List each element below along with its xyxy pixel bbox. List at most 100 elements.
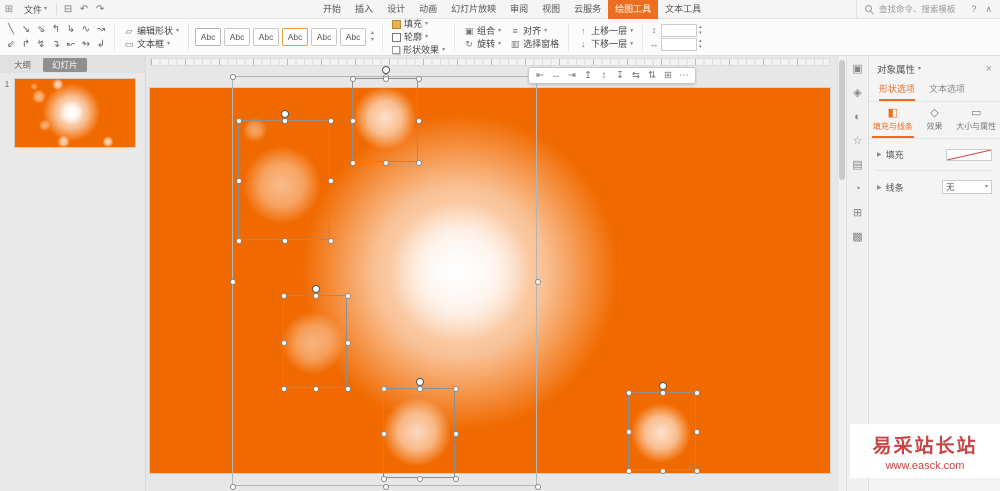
resize-handle[interactable] <box>282 118 288 124</box>
menu-tab-3[interactable]: 设计 <box>380 0 412 19</box>
apps-icon[interactable]: ⊞ <box>853 208 862 219</box>
disclosure-icon[interactable]: ▶ <box>877 184 882 191</box>
resize-handle[interactable] <box>453 431 459 437</box>
resize-handle[interactable] <box>416 160 422 166</box>
selection-box-4[interactable] <box>281 285 351 392</box>
align-right-icon[interactable]: ⇥ <box>565 70 579 81</box>
resize-handle[interactable] <box>694 468 700 474</box>
resize-handle[interactable] <box>382 484 389 490</box>
group-icon[interactable]: ⊞ <box>661 70 675 81</box>
menu-tab-2[interactable]: 插入 <box>348 0 380 19</box>
fill-preview-swatch[interactable] <box>946 148 992 161</box>
shape-options-tab[interactable]: 形状选项 <box>879 82 916 101</box>
curve-tool[interactable]: ∿ <box>79 23 93 36</box>
fill-button[interactable]: 填充 ▾ <box>389 18 448 30</box>
height-input[interactable] <box>661 23 698 37</box>
elbow-connector-tool[interactable]: ↰ <box>49 23 63 36</box>
resize-handle[interactable] <box>660 390 666 396</box>
favorites-icon[interactable]: ☆ <box>853 136 863 147</box>
shape-style-preset-5[interactable]: Abc <box>311 28 338 46</box>
menu-tab-6[interactable]: 审阅 <box>503 0 535 19</box>
double-arrow-tool[interactable]: ⇘ <box>34 23 48 36</box>
outline-button[interactable]: 轮廓 ▾ <box>389 31 448 43</box>
shape-style-preset-2[interactable]: Abc <box>224 28 251 46</box>
effects-subtab[interactable]: ◇ 效果 <box>914 108 956 138</box>
curved-arrow-tool[interactable]: ↝ <box>94 23 108 36</box>
more-icon[interactable]: ⋯ <box>677 70 691 81</box>
resize-handle[interactable] <box>417 476 423 482</box>
undo-icon[interactable]: ↶ <box>76 4 92 15</box>
vertical-scrollbar[interactable] <box>837 56 846 491</box>
width-input[interactable] <box>661 37 698 51</box>
rotate-handle[interactable] <box>416 378 424 386</box>
send-backward-button[interactable]: ↓ 下移一层 ▾ <box>575 38 636 50</box>
resize-handle[interactable] <box>383 76 389 82</box>
resize-handle[interactable] <box>230 74 236 80</box>
editing-canvas[interactable]: ⇤ ↔ ⇥ ↥ ↕ ↧ ⇆ ⇅ ⊞ ⋯ <box>146 56 846 491</box>
resize-handle[interactable] <box>626 429 632 435</box>
collapse-ribbon-icon[interactable]: ∧ <box>985 4 992 15</box>
resize-handle[interactable] <box>230 484 236 490</box>
arrow-tool[interactable]: ↘ <box>19 23 33 36</box>
align-bottom-icon[interactable]: ↧ <box>613 70 627 81</box>
save-icon[interactable]: ⊟ <box>60 4 76 15</box>
resize-handle[interactable] <box>328 178 334 184</box>
menu-tab-1[interactable]: 开始 <box>316 0 348 19</box>
rotate-handle[interactable] <box>281 110 289 118</box>
connector-tool[interactable]: ↴ <box>49 38 63 51</box>
selection-box-2[interactable] <box>350 76 422 166</box>
menu-tab-8[interactable]: 云服务 <box>567 0 608 19</box>
resize-handle[interactable] <box>350 76 356 82</box>
resize-handle[interactable] <box>313 386 319 392</box>
selection-pane-button[interactable]: ▥ 选择窗格 <box>507 38 562 50</box>
more-lines-tool[interactable]: ↲ <box>94 38 108 51</box>
fill-line-subtab[interactable]: ◧ 填充与线条 <box>872 108 914 138</box>
stepper-down-icon[interactable]: ▾ <box>699 30 702 36</box>
resize-handle[interactable] <box>626 390 632 396</box>
disclosure-icon[interactable]: ▶ <box>877 151 882 158</box>
resize-handle[interactable] <box>236 178 242 184</box>
resize-handle[interactable] <box>236 238 242 244</box>
resize-handle[interactable] <box>345 339 351 346</box>
menu-tab-5[interactable]: 幻灯片放映 <box>444 0 503 19</box>
align-top-icon[interactable]: ↥ <box>581 70 595 81</box>
resize-handle[interactable] <box>313 293 319 299</box>
resize-handle[interactable] <box>660 468 666 474</box>
resize-handle[interactable] <box>381 431 387 437</box>
rotate-handle[interactable] <box>312 285 320 293</box>
selection-box-3[interactable] <box>236 110 334 244</box>
edit-shape-button[interactable]: ▱ 编辑形状 ▾ <box>121 25 182 37</box>
resize-handle[interactable] <box>453 476 459 482</box>
stepper-down-icon[interactable]: ▾ <box>699 44 702 50</box>
object-properties-icon[interactable]: ▣ <box>852 64 862 75</box>
elbow-arrow-tool[interactable]: ↳ <box>64 23 78 36</box>
menu-tab-7[interactable]: 视图 <box>535 0 567 19</box>
resize-handle[interactable] <box>416 76 422 82</box>
resize-handle[interactable] <box>535 484 541 490</box>
shape-style-preset-1[interactable]: Abc <box>195 28 222 46</box>
shape-effects-button[interactable]: 形状效果 ▾ <box>389 44 448 56</box>
arc-tool[interactable]: ↜ <box>64 38 78 51</box>
resize-handle[interactable] <box>694 429 700 435</box>
shape-style-preset-3[interactable]: Abc <box>253 28 280 46</box>
outline-tab[interactable]: 大纲 <box>5 58 40 72</box>
menu-tab-4[interactable]: 动画 <box>412 0 444 19</box>
resize-handle[interactable] <box>236 118 242 124</box>
layout-icon[interactable]: ▤ <box>852 160 862 171</box>
align-button[interactable]: ≡ 对齐 ▾ <box>507 25 562 37</box>
resize-handle[interactable] <box>381 386 387 392</box>
shape-style-preset-4[interactable]: Abc <box>282 28 309 46</box>
selection-box-6[interactable] <box>626 382 700 474</box>
width-stepper[interactable]: ▴ ▾ <box>699 38 702 50</box>
resize-handle[interactable] <box>416 118 422 124</box>
menu-tab-9[interactable]: 绘图工具 <box>608 0 659 19</box>
shape-style-preset-6[interactable]: Abc <box>340 28 367 46</box>
resize-handle[interactable] <box>281 293 287 299</box>
close-panel-button[interactable]: × <box>986 63 992 75</box>
rotate-handle[interactable] <box>381 66 390 74</box>
resize-handle[interactable] <box>626 468 632 474</box>
slide-thumbnail[interactable] <box>14 78 136 148</box>
resize-handle[interactable] <box>345 386 351 392</box>
resize-handle[interactable] <box>328 118 334 124</box>
resize-handle[interactable] <box>383 160 389 166</box>
